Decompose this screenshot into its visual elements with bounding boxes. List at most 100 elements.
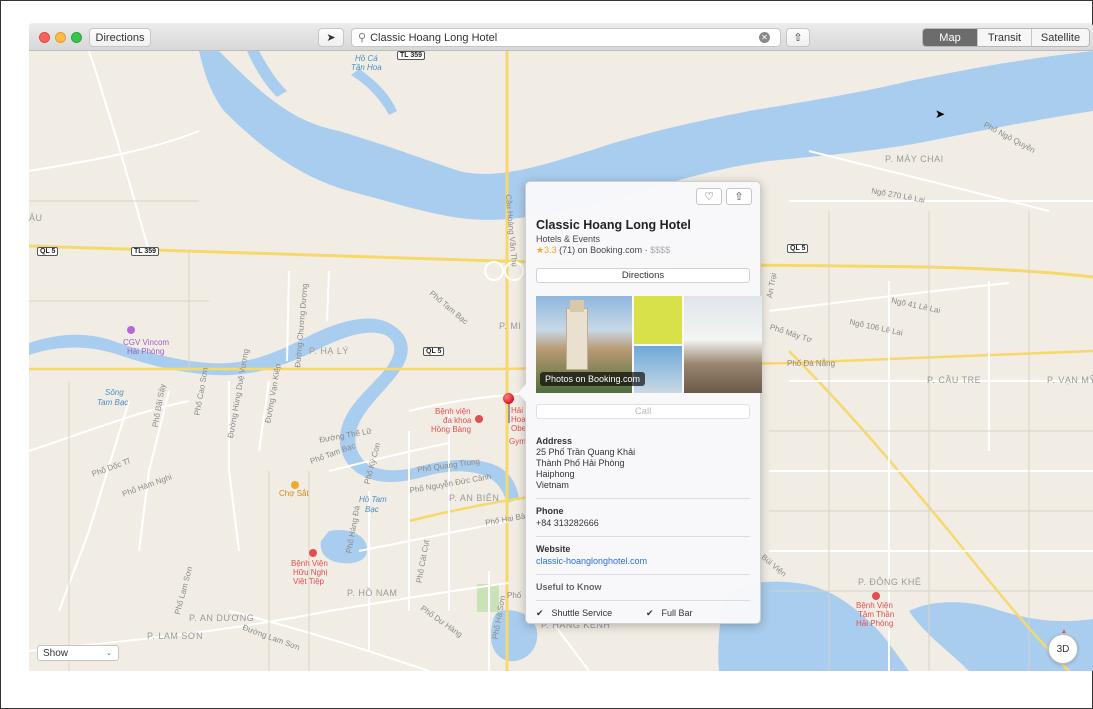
map-label: P. MI	[499, 321, 522, 331]
share-icon[interactable]: ⇧	[786, 28, 810, 47]
place-title: Classic Hoang Long Hotel	[536, 218, 691, 232]
useful-heading: Useful to Know	[536, 582, 602, 592]
road-shield: TL 359	[397, 51, 426, 60]
map-label: Bệnh Viện	[856, 601, 893, 610]
map-canvas[interactable]: P. MÁY CHAI P. HẠ LÝ P. CẦU TRE P. VẠN M…	[29, 51, 1093, 671]
rating-star: ★3.3	[536, 245, 557, 255]
chevron-down-icon: ⌄	[106, 650, 112, 657]
website-link[interactable]: classic-hoanglonghotel.com	[536, 556, 647, 566]
map-label: P. HẠ LÝ	[309, 346, 349, 356]
show-label: Show	[43, 647, 69, 659]
screenshot-frame: Directions ➤ ⚲ Classic Hoang Long Hotel …	[0, 0, 1093, 709]
north-indicator-icon: ▲	[1061, 629, 1067, 635]
address-line[interactable]: Haiphong	[536, 469, 575, 480]
map-label: P. CẦU TRE	[927, 375, 982, 385]
road-shield: QL 5	[423, 347, 445, 356]
map-label: P. ĐÔNG KHÊ	[858, 577, 922, 587]
photo-strip[interactable]: Photos on Booking.com	[536, 296, 762, 393]
minimize-window-button[interactable]	[55, 32, 66, 43]
phone-heading: Phone	[536, 506, 564, 516]
map-label: Phố	[507, 591, 522, 600]
close-window-button[interactable]	[39, 32, 50, 43]
tab-satellite[interactable]: Satellite	[1031, 29, 1089, 46]
divider	[536, 574, 750, 575]
divider	[536, 498, 750, 499]
map-label: Tam Bạc	[97, 398, 129, 407]
place-directions-button[interactable]: Directions	[536, 268, 750, 283]
place-card: ♡ ⇧ Classic Hoang Long Hotel Hotels & Ev…	[518, 181, 762, 624]
amenity-label: Shuttle Service	[551, 608, 613, 618]
amenity-item: ✔ Full Bar	[646, 608, 693, 619]
amenity-label: Full Bar	[661, 608, 693, 618]
search-value: Classic Hoang Long Hotel	[370, 31, 498, 44]
hospital-icon[interactable]	[475, 415, 483, 423]
address-line[interactable]: 25 Phố Trần Quang Khải	[536, 447, 635, 458]
tab-map[interactable]: Map	[923, 29, 977, 46]
map-label: Tâm Thần	[858, 610, 895, 619]
compass-3d-button[interactable]: ▲ 3D	[1048, 629, 1078, 664]
show-dropdown[interactable]: Show ⌄	[37, 645, 119, 661]
map-label: Obe	[511, 424, 527, 433]
share-icon[interactable]: ⇧	[726, 188, 752, 205]
place-rating[interactable]: ★3.3 (71) on Booking.com · $$$$	[536, 245, 670, 256]
map-label: Hồ Tam	[359, 495, 387, 504]
address-heading: Address	[536, 436, 573, 446]
tab-transit[interactable]: Transit	[977, 29, 1031, 46]
map-label: Phố Đà Nẵng	[787, 359, 836, 368]
location-pin-icon[interactable]	[503, 393, 514, 404]
divider	[536, 600, 750, 601]
phone-number[interactable]: +84 313282666	[536, 518, 599, 529]
hospital-icon[interactable]	[309, 549, 317, 557]
photos-caption[interactable]: Photos on Booking.com	[540, 372, 646, 386]
popover-arrow	[518, 384, 526, 402]
cinema-icon[interactable]	[127, 326, 135, 334]
rating-count: (71) on Booking.com ·	[559, 245, 648, 255]
search-icon: ⚲	[358, 32, 367, 44]
clear-search-icon[interactable]: ✕	[759, 32, 770, 43]
compass-label: 3D	[1056, 643, 1070, 655]
zoom-window-button[interactable]	[71, 32, 82, 43]
toolbar: Directions ➤ ⚲ Classic Hoang Long Hotel …	[29, 23, 1093, 51]
website-heading: Website	[536, 544, 571, 554]
map-label: đa khoa	[443, 416, 472, 425]
map-label: P. AN BIÊN	[449, 493, 500, 503]
favorite-heart-icon[interactable]: ♡	[696, 188, 722, 205]
map-label: ẬU	[29, 213, 43, 223]
address-line[interactable]: Vietnam	[536, 480, 569, 491]
map-mode-segmented-control: Map Transit Satellite	[922, 28, 1090, 47]
shopping-icon[interactable]	[291, 481, 299, 489]
directions-button[interactable]: Directions	[89, 28, 151, 47]
place-category: Hotels & Events	[536, 234, 601, 244]
road-shield: TL 359	[131, 247, 160, 256]
call-button[interactable]: Call	[536, 404, 750, 419]
map-label: Hải Phòng	[127, 347, 165, 356]
maps-window: Directions ➤ ⚲ Classic Hoang Long Hotel …	[29, 23, 1093, 671]
map-label: Việt Tiệp	[293, 577, 324, 586]
amenity-item: ✔ Shuttle Service	[536, 608, 612, 619]
divider	[536, 536, 750, 537]
hospital-icon[interactable]	[872, 592, 880, 600]
hotel-photo[interactable]	[684, 296, 762, 393]
map-label: P. VẠN MỸ	[1047, 375, 1093, 385]
address-line[interactable]: Thành Phố Hải Phòng	[536, 458, 625, 469]
map-label: Bệnh viện	[435, 407, 471, 416]
map-label: Sông	[105, 388, 124, 397]
map-label: P. MÁY CHAI	[885, 154, 944, 164]
price-level: $$$$	[650, 245, 671, 255]
map-label: Hải	[511, 406, 524, 415]
location-arrow-icon[interactable]: ➤	[318, 28, 344, 47]
map-label: Hoa	[511, 415, 526, 424]
checkmark-icon: ✔	[646, 608, 654, 618]
pin-stick	[508, 403, 510, 423]
road-shield: QL 5	[787, 244, 809, 253]
hotel-photo[interactable]	[634, 296, 682, 344]
mouse-cursor-icon: ➤	[935, 107, 946, 121]
map-label: P. AN DƯƠNG	[189, 613, 255, 623]
search-input[interactable]: ⚲ Classic Hoang Long Hotel ✕	[351, 28, 781, 47]
map-label: Hữu Nghị	[293, 568, 328, 577]
map-label: P. LAM SƠN	[147, 631, 204, 641]
map-label: Hồng Bàng	[431, 425, 472, 434]
map-label: Gym	[509, 437, 526, 446]
map-label: Bạc	[365, 505, 379, 514]
map-label: Tân Hoa	[351, 63, 382, 72]
